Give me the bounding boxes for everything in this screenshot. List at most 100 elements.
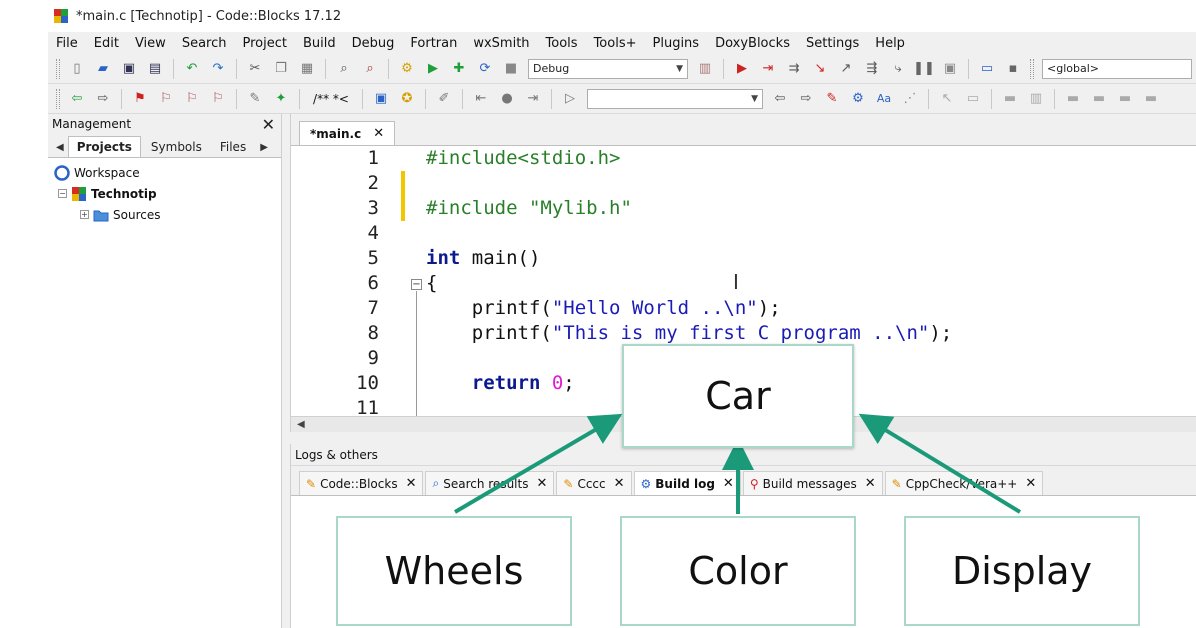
abort-icon[interactable]: ■ xyxy=(502,60,520,78)
frame-icon[interactable]: ▭ xyxy=(964,90,982,108)
jump-next-icon[interactable]: ⇥ xyxy=(524,90,542,108)
log-tab[interactable]: ✎ Code::Blocks ✕ xyxy=(299,471,424,495)
close-tab-icon[interactable]: ✕ xyxy=(865,476,876,491)
code-line[interactable]: { xyxy=(426,271,437,296)
highlight-pen-icon[interactable]: ✎ xyxy=(823,90,841,108)
pointer-icon[interactable]: ↖ xyxy=(938,90,956,108)
debug-run-icon[interactable]: ▶ xyxy=(733,60,751,78)
undo-icon[interactable]: ↶ xyxy=(183,60,201,78)
regex-icon[interactable]: Aa xyxy=(875,90,893,108)
tab-files[interactable]: Files xyxy=(212,137,254,157)
menu-settings[interactable]: Settings xyxy=(798,36,867,51)
code-line[interactable]: printf("Hello World ..\n"); xyxy=(426,296,781,321)
forward-arrow-icon[interactable]: ⇨ xyxy=(94,90,112,108)
scroll-left-icon[interactable]: ◀ xyxy=(297,419,305,430)
tree-item-sources[interactable]: + Sources xyxy=(54,204,281,225)
spacer-icon[interactable]: ▬ xyxy=(1064,90,1082,108)
code-completion-icon[interactable]: ▷ xyxy=(561,90,579,108)
menu-build[interactable]: Build xyxy=(295,36,344,51)
build-options-icon[interactable]: ▥ xyxy=(696,60,714,78)
selection-icon[interactable]: ⋰ xyxy=(901,90,919,108)
redo-icon[interactable]: ↷ xyxy=(209,60,227,78)
marker-icon[interactable]: ✦ xyxy=(272,90,290,108)
tab-symbols[interactable]: Symbols xyxy=(143,137,210,157)
close-tab-icon[interactable]: ✕ xyxy=(723,476,734,491)
toolbar-grip[interactable] xyxy=(56,58,60,79)
cut-icon[interactable]: ✂ xyxy=(246,60,264,78)
stop-debug-icon[interactable]: ▣ xyxy=(941,60,959,78)
tab-projects[interactable]: Projects xyxy=(67,136,141,157)
log-tab[interactable]: ✎ CppCheck/Vera++ ✕ xyxy=(884,471,1044,495)
menu-plugins[interactable]: Plugins xyxy=(645,36,708,51)
close-icon[interactable]: ✕ xyxy=(262,115,275,134)
pause-icon[interactable]: ❚❚ xyxy=(913,60,935,78)
menu-project[interactable]: Project xyxy=(234,36,294,51)
build-target-select[interactable]: Debug ▼ xyxy=(528,58,688,79)
prev-bookmark-icon[interactable]: ⚐ xyxy=(157,90,175,108)
close-tab-icon[interactable]: ✕ xyxy=(373,126,384,141)
log-tab[interactable]: ⌕ Search results ✕ xyxy=(425,471,555,495)
menu-file[interactable]: File xyxy=(48,36,86,51)
expand-icon[interactable]: + xyxy=(80,210,89,219)
collapse-icon[interactable]: − xyxy=(58,189,67,198)
next-line-icon[interactable]: ⇉ xyxy=(785,60,803,78)
save-icon[interactable]: ▣ xyxy=(120,60,138,78)
debug-windows-icon[interactable]: ▭ xyxy=(978,60,996,78)
spacer-icon[interactable]: ▬ xyxy=(1142,90,1160,108)
find-icon[interactable]: ⌕ xyxy=(335,60,353,78)
menu-debug[interactable]: Debug xyxy=(344,36,403,51)
build-and-run-icon[interactable]: ✚ xyxy=(450,60,468,78)
menu-search[interactable]: Search xyxy=(174,36,235,51)
fold-toggle-icon[interactable]: − xyxy=(411,279,422,290)
clear-bookmarks-icon[interactable]: ⚐ xyxy=(209,90,227,108)
code-line[interactable]: #include<stdio.h> xyxy=(426,146,620,171)
bookmark-icon[interactable]: ⚑ xyxy=(131,90,149,108)
close-tab-icon[interactable]: ✕ xyxy=(1025,476,1036,491)
copy-icon[interactable]: ❐ xyxy=(272,60,290,78)
doxy-docs-icon[interactable]: ✪ xyxy=(398,90,416,108)
build-icon[interactable]: ⚙ xyxy=(398,60,416,78)
open-folder-icon[interactable]: ▰ xyxy=(94,60,112,78)
new-file-icon[interactable]: ▯ xyxy=(68,60,86,78)
menu-doxyblocks[interactable]: DoxyBlocks xyxy=(707,36,798,51)
tree-item-project[interactable]: − Technotip xyxy=(54,183,281,204)
log-tab[interactable]: ✎ Cccc ✕ xyxy=(556,471,632,495)
code-line[interactable]: return 0; xyxy=(426,371,575,396)
menu-fortran[interactable]: Fortran xyxy=(402,36,465,51)
scope-select[interactable]: <global> xyxy=(1042,58,1192,79)
log-tab[interactable]: ⚙ Build log ✕ xyxy=(633,471,741,495)
menu-edit[interactable]: Edit xyxy=(86,36,127,51)
code-line[interactable]: #include "Mylib.h" xyxy=(426,196,632,221)
back-arrow-icon[interactable]: ⇦ xyxy=(68,90,86,108)
panel-icon[interactable]: ▬ xyxy=(1001,90,1019,108)
spacer-icon[interactable]: ▬ xyxy=(1090,90,1108,108)
tree-item-workspace[interactable]: Workspace xyxy=(54,162,281,183)
jump-prev-icon[interactable]: ⇤ xyxy=(472,90,490,108)
editor-tab-main-c[interactable]: *main.c ✕ xyxy=(299,121,396,145)
search-combo[interactable]: ▼ xyxy=(587,88,763,109)
menu-tools[interactable]: Tools xyxy=(538,36,586,51)
menu-tools-plus[interactable]: Tools+ xyxy=(586,36,645,51)
doxy-comment-icon[interactable]: /** *< xyxy=(309,90,353,108)
step-instruction-icon[interactable]: ⤷ xyxy=(889,60,907,78)
sizer-icon[interactable]: ▥ xyxy=(1027,90,1045,108)
tab-scroll-right-icon[interactable]: ▶ xyxy=(256,142,272,157)
log-tab[interactable]: ⚲ Build messages ✕ xyxy=(742,471,883,495)
menu-help[interactable]: Help xyxy=(867,36,913,51)
run-icon[interactable]: ▶ xyxy=(424,60,442,78)
close-tab-icon[interactable]: ✕ xyxy=(406,476,417,491)
step-out-icon[interactable]: ↗ xyxy=(837,60,855,78)
prev-result-icon[interactable]: ⇦ xyxy=(771,90,789,108)
next-bookmark-icon[interactable]: ⚐ xyxy=(183,90,201,108)
menu-view[interactable]: View xyxy=(127,36,174,51)
search-options-icon[interactable]: ⚙ xyxy=(849,90,867,108)
toolbar-grip[interactable] xyxy=(1030,58,1034,79)
paste-icon[interactable]: ▦ xyxy=(298,60,316,78)
code-line[interactable]: printf("This is my first C program ..\n"… xyxy=(426,321,952,346)
highlight-icon[interactable]: ✎ xyxy=(246,90,264,108)
menu-wxsmith[interactable]: wxSmith xyxy=(465,36,537,51)
code-line[interactable]: int main() xyxy=(426,246,540,271)
close-tab-icon[interactable]: ✕ xyxy=(536,476,547,491)
rebuild-icon[interactable]: ⟳ xyxy=(476,60,494,78)
step-into-icon[interactable]: ↘ xyxy=(811,60,829,78)
